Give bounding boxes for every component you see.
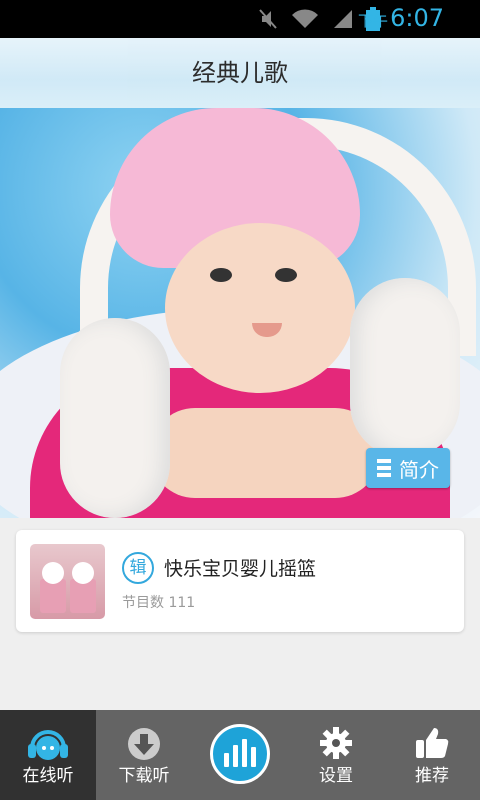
thumbnail-jar-right xyxy=(70,579,96,613)
gear-icon xyxy=(320,727,352,759)
baby-face xyxy=(165,223,355,393)
status-time: 6:07 xyxy=(390,4,444,32)
nav-download[interactable]: 下载听 xyxy=(96,710,192,800)
hero-banner-image[interactable]: 简介 xyxy=(0,108,480,518)
status-bar: 下午 6:07 xyxy=(0,0,480,38)
nav-download-label: 下载听 xyxy=(118,766,170,786)
nav-online[interactable]: 在线听 xyxy=(0,710,96,800)
page-title-bar: 经典儿歌 xyxy=(0,38,480,108)
mute-icon xyxy=(259,9,277,29)
signal-icon xyxy=(334,10,352,28)
album-tag-badge: 辑 xyxy=(122,552,154,584)
baby-arms xyxy=(150,408,380,498)
equalizer-bar xyxy=(251,747,256,767)
status-ampm: 下午 xyxy=(357,12,388,30)
album-track-count: 节目数 111 xyxy=(122,595,196,611)
album-card[interactable]: 辑 快乐宝贝婴儿摇篮 节目数 111 xyxy=(16,530,464,632)
baby-eye-left xyxy=(210,268,232,282)
page-title: 经典儿歌 xyxy=(192,59,288,87)
equalizer-bar xyxy=(242,739,247,767)
nav-settings[interactable]: 设置 xyxy=(288,710,384,800)
thumbnail-bunny-right xyxy=(72,562,94,584)
baby-eye-right xyxy=(275,268,297,282)
earmuff-left xyxy=(60,318,170,518)
headphones-icon xyxy=(28,730,68,760)
album-thumbnail xyxy=(30,544,105,619)
thumbs-up-icon xyxy=(416,728,449,758)
equalizer-bar xyxy=(224,753,229,767)
equalizer-bar xyxy=(233,745,238,767)
earmuff-right xyxy=(350,278,460,458)
player-button[interactable] xyxy=(210,724,270,784)
download-icon xyxy=(128,728,160,760)
nav-recommend-label: 推荐 xyxy=(415,766,449,786)
thumbnail-bunny-left xyxy=(42,562,64,584)
nav-online-label: 在线听 xyxy=(22,766,74,786)
intro-button[interactable]: 简介 xyxy=(366,448,450,488)
thumbnail-jar-left xyxy=(40,579,66,613)
wifi-icon xyxy=(292,9,318,28)
nav-settings-label: 设置 xyxy=(319,766,353,786)
nav-recommend[interactable]: 推荐 xyxy=(384,710,480,800)
album-title: 快乐宝贝婴儿摇篮 xyxy=(164,558,317,580)
intro-label: 简介 xyxy=(399,457,439,482)
list-icon xyxy=(377,459,391,477)
bottom-nav: 在线听 下载听 设置 推荐 xyxy=(0,710,480,800)
